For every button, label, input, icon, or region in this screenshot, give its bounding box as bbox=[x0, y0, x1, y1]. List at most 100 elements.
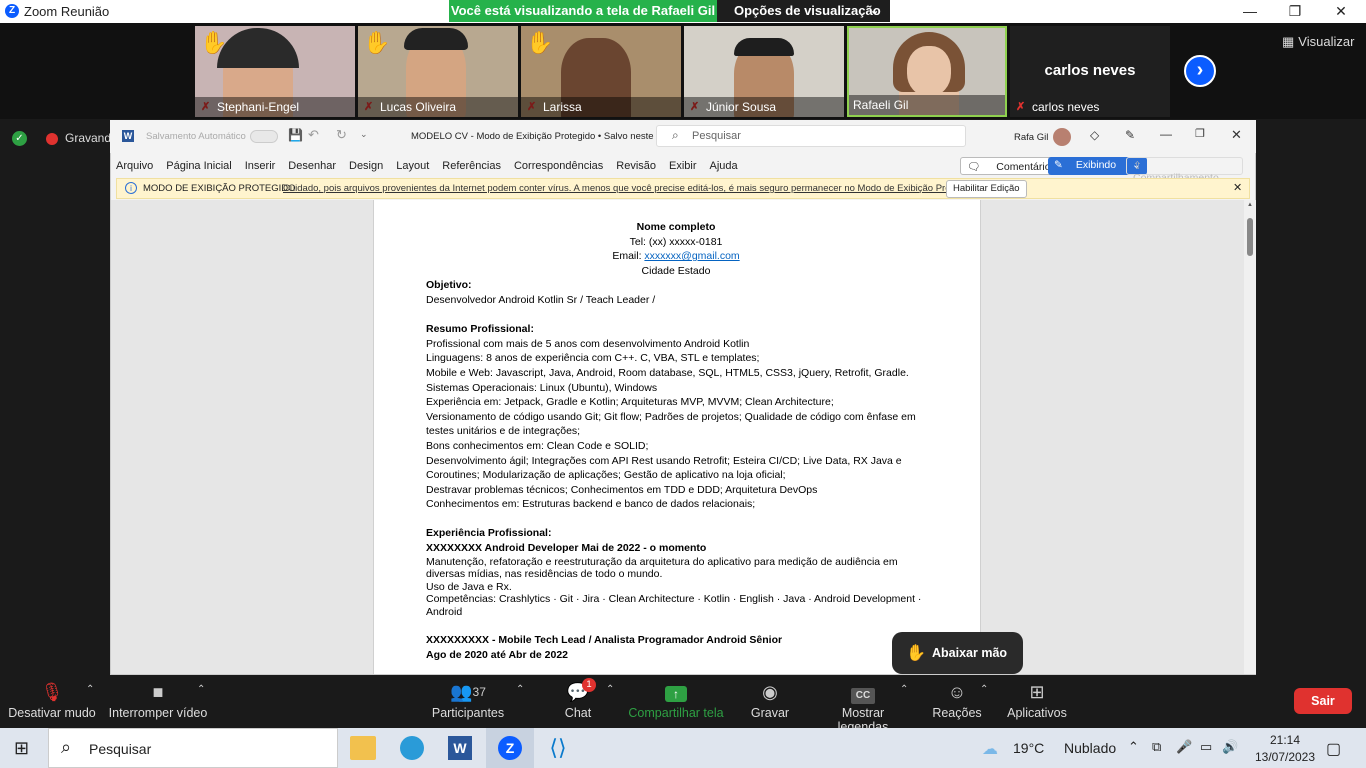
participant-tile[interactable]: carlos neves ✗ carlos neves bbox=[1010, 26, 1170, 117]
word-restore-button[interactable]: ❐ bbox=[1195, 127, 1205, 140]
participant-name: Larissa bbox=[521, 97, 681, 117]
word-taskbar-icon[interactable]: W bbox=[448, 736, 472, 760]
recording-indicator[interactable]: ✓ Gravando bbox=[0, 128, 118, 150]
view-label: Visualizar bbox=[1298, 34, 1355, 49]
customize-toolbar-icon[interactable]: ⌄ bbox=[360, 129, 368, 140]
scrollbar-thumb[interactable] bbox=[1247, 218, 1253, 256]
ribbon-tab[interactable]: Revisão bbox=[616, 160, 656, 172]
undo-icon[interactable]: ↶ bbox=[308, 127, 319, 143]
viewing-mode-label: Exibindo bbox=[1075, 159, 1117, 171]
share-word-button[interactable]: ⇪ Compartilhamento ⌄ bbox=[1126, 157, 1243, 196]
email-link[interactable]: xxxxxxx@gmail.com bbox=[644, 250, 739, 262]
lower-hand-button[interactable]: ✋ Abaixar mão bbox=[892, 632, 1023, 674]
scrollbar[interactable]: ▲ bbox=[1244, 200, 1256, 674]
reactions-label: Reações bbox=[932, 706, 982, 720]
apps-label: Aplicativos bbox=[1007, 706, 1067, 720]
chevron-up-icon[interactable]: ⌃ bbox=[900, 684, 908, 695]
enable-editing-button[interactable]: Habilitar Edição bbox=[946, 180, 1027, 198]
user-name[interactable]: Rafa Gil bbox=[1014, 132, 1048, 143]
windows-start-icon[interactable]: ⊞ bbox=[14, 739, 32, 757]
reactions-button[interactable]: ☺ Reações bbox=[930, 678, 984, 720]
ribbon-tab[interactable]: Inserir bbox=[245, 160, 276, 172]
leave-button[interactable]: Sair bbox=[1294, 688, 1352, 714]
view-options-button[interactable]: Opções de visualização ⌄ bbox=[720, 0, 890, 22]
security-shield-icon[interactable]: ✓ bbox=[12, 131, 27, 146]
word-close-button[interactable]: ✕ bbox=[1231, 127, 1242, 143]
participant-tile[interactable]: ✋ ✗ Larissa bbox=[521, 26, 681, 117]
participant-tile[interactable]: ✋ ✗ Lucas Oliveira bbox=[358, 26, 518, 117]
minimize-button[interactable]: — bbox=[1227, 0, 1273, 23]
word-minimize-button[interactable]: — bbox=[1160, 127, 1172, 141]
protected-view-label: MODO DE EXIBIÇÃO PROTEGIDO bbox=[143, 183, 296, 194]
chevron-up-icon[interactable]: ⌃ bbox=[606, 684, 614, 695]
zoom-taskbar-item[interactable]: Z bbox=[486, 728, 534, 768]
resume-city: Cidade Estado bbox=[641, 264, 711, 277]
chevron-up-icon[interactable]: ⌃ bbox=[516, 684, 524, 695]
summary-line: Conhecimentos em: Estruturas backend e b… bbox=[426, 498, 756, 511]
captions-button[interactable]: CC Mostrar legendas bbox=[815, 678, 911, 734]
autosave-toggle[interactable] bbox=[250, 130, 278, 143]
raised-hand-icon: ✋ bbox=[200, 30, 228, 55]
clock-date[interactable]: 13/07/2023 bbox=[1252, 750, 1318, 764]
taskbar-search-box[interactable]: ⌕ Pesquisar bbox=[48, 728, 338, 768]
mute-button[interactable]: 🎙 Desativar mudo bbox=[6, 678, 98, 720]
share-screen-button[interactable]: ↑ Compartilhar tela bbox=[628, 678, 724, 720]
premium-diamond-icon[interactable]: ◇ bbox=[1090, 128, 1099, 142]
save-icon[interactable]: 💾 bbox=[288, 128, 303, 142]
comments-label: Comentários bbox=[996, 161, 1056, 173]
chevron-up-icon[interactable]: ⌃ bbox=[1128, 739, 1139, 755]
zoom-taskbar-icon: Z bbox=[498, 736, 522, 760]
apps-icon: ⊞ bbox=[1029, 682, 1045, 702]
ribbon-tab[interactable]: Ajuda bbox=[710, 160, 738, 172]
weather-description[interactable]: Nublado bbox=[1064, 740, 1116, 756]
restore-button[interactable]: ❐ bbox=[1272, 0, 1318, 23]
hand-icon: ✋ bbox=[906, 645, 926, 662]
participants-button[interactable]: 👥37 Participantes bbox=[428, 678, 508, 720]
document-title[interactable]: MODELO CV - Modo de Exibição Protegido •… bbox=[411, 131, 680, 142]
redo-icon[interactable]: ↻ bbox=[336, 127, 347, 143]
ribbon-tab[interactable]: Referências bbox=[442, 160, 501, 172]
apps-button[interactable]: ⊞ Aplicativos bbox=[1004, 678, 1070, 720]
view-button[interactable]: ▦ Visualizar bbox=[1282, 34, 1354, 50]
record-icon: ◉ bbox=[762, 682, 778, 702]
resume-name: Nome completo bbox=[636, 221, 716, 233]
protected-view-message[interactable]: Cuidado, pois arquivos provenientes da I… bbox=[283, 183, 979, 194]
network-icon[interactable]: ▭ bbox=[1200, 739, 1212, 755]
chevron-up-icon[interactable]: ⌃ bbox=[980, 684, 988, 695]
ribbon-tab[interactable]: Correspondências bbox=[514, 160, 603, 172]
ribbon-tab[interactable]: Exibir bbox=[669, 160, 697, 172]
weather-temperature[interactable]: 19°C bbox=[1013, 740, 1044, 756]
close-bar-icon[interactable]: ✕ bbox=[1233, 181, 1242, 194]
file-explorer-icon[interactable] bbox=[350, 736, 376, 760]
chat-button[interactable]: 💬 Chat bbox=[552, 678, 604, 720]
volume-icon[interactable]: 🔊 bbox=[1222, 739, 1238, 755]
scroll-up-arrow-icon[interactable]: ▲ bbox=[1247, 202, 1253, 208]
clock-time[interactable]: 21:14 bbox=[1262, 733, 1308, 747]
participant-tile[interactable]: ✋ ✗ Stephani-Engel bbox=[195, 26, 355, 117]
resume-email-line: Email: xxxxxxx@gmail.com bbox=[426, 249, 926, 264]
microphone-icon[interactable]: 🎤 bbox=[1176, 739, 1192, 755]
meet-now-icon[interactable]: ⧉ bbox=[1152, 739, 1161, 755]
participant-tile[interactable]: ✗ Júnior Sousa bbox=[684, 26, 844, 117]
pen-icon[interactable]: ✎ bbox=[1125, 128, 1135, 142]
raised-hand-icon: ✋ bbox=[363, 30, 391, 55]
edge-browser-icon[interactable] bbox=[400, 736, 424, 760]
ribbon-tab[interactable]: Desenhar bbox=[288, 160, 336, 172]
ribbon-tab[interactable]: Página Inicial bbox=[166, 160, 231, 172]
chevron-up-icon[interactable]: ⌃ bbox=[86, 684, 94, 695]
ribbon-tab[interactable]: Arquivo bbox=[116, 160, 153, 172]
chevron-up-icon[interactable]: ⌃ bbox=[197, 684, 205, 695]
next-page-arrow-icon[interactable]: › bbox=[1184, 55, 1216, 87]
ribbon-tab[interactable]: Design bbox=[349, 160, 383, 172]
record-button[interactable]: ◉ Gravar bbox=[746, 678, 794, 720]
vscode-icon[interactable]: ⟨⟩ bbox=[546, 736, 570, 760]
document-page[interactable]: Nome completo Tel: (xx) xxxxx-0181 Email… bbox=[373, 200, 981, 674]
stop-video-button[interactable]: ■ Interromper vídeo bbox=[108, 678, 208, 720]
ribbon-tab[interactable]: Layout bbox=[396, 160, 429, 172]
notifications-icon[interactable]: ▢ bbox=[1326, 739, 1341, 759]
resume-phone: Tel: (xx) xxxxx-0181 bbox=[629, 235, 723, 248]
close-button[interactable]: ✕ bbox=[1318, 0, 1364, 23]
user-avatar[interactable] bbox=[1053, 128, 1071, 146]
participant-tile-active[interactable]: Rafaeli Gil bbox=[847, 26, 1007, 117]
participant-center-name: carlos neves bbox=[1044, 62, 1136, 79]
